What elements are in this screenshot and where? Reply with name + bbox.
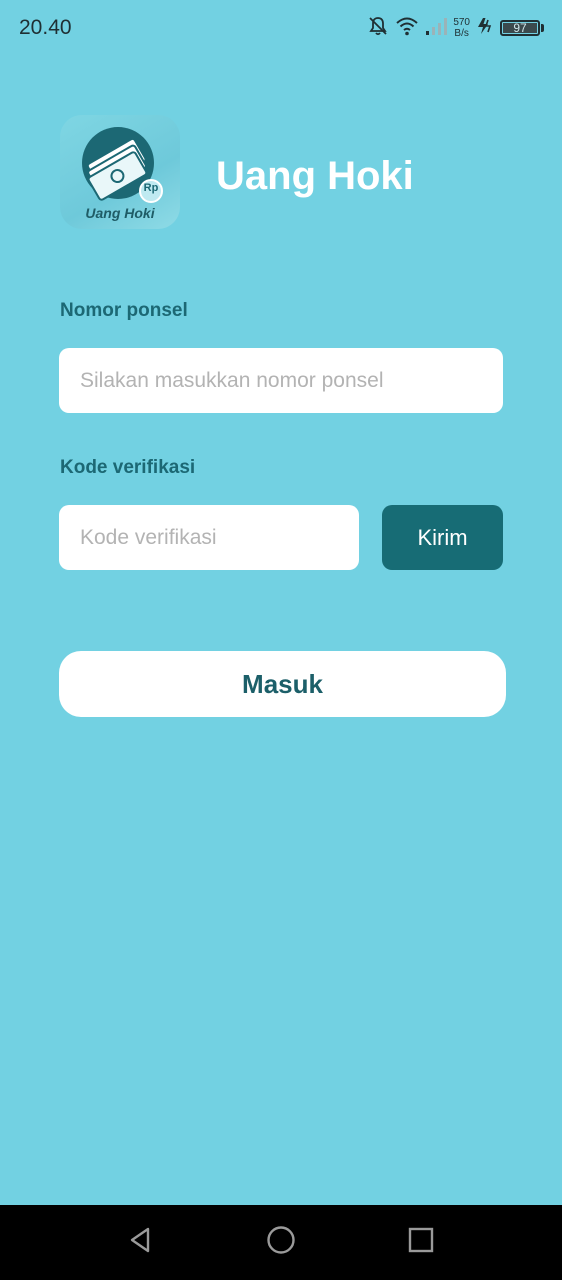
phone-field[interactable] (59, 348, 503, 413)
code-input[interactable] (78, 524, 359, 551)
battery-icon: 97 (500, 20, 540, 36)
login-button[interactable]: Masuk (59, 651, 506, 717)
phone-input[interactable] (78, 367, 503, 394)
back-button[interactable] (101, 1205, 181, 1280)
code-field[interactable] (59, 505, 359, 570)
status-time: 20.40 (19, 16, 72, 39)
home-icon (266, 1225, 296, 1260)
signal-icon (425, 16, 448, 41)
app-logo: Rp Uang Hoki (60, 115, 180, 229)
logo-text: Uang Hoki (85, 205, 155, 221)
net-speed-unit: B/s (454, 28, 469, 39)
app-title: Uang Hoki (216, 154, 414, 198)
send-code-button[interactable]: Kirim (382, 505, 503, 570)
wifi-icon (395, 15, 419, 42)
logo-badge: Rp (143, 182, 159, 194)
battery-tip (541, 24, 544, 32)
battery-level: 97 (513, 21, 527, 35)
status-bar: 20.40 570 B/s 97 (0, 0, 562, 56)
notifications-off-icon (367, 15, 389, 42)
back-icon (127, 1226, 155, 1259)
recents-button[interactable] (381, 1205, 461, 1280)
charging-icon (476, 17, 494, 40)
home-button[interactable] (241, 1205, 321, 1280)
recents-icon (408, 1227, 434, 1258)
status-icons: 570 B/s 97 (367, 14, 544, 42)
navigation-bar (0, 1205, 562, 1280)
code-label: Kode verifikasi (60, 457, 196, 478)
net-speed: 570 B/s (453, 17, 470, 39)
net-speed-value: 570 (453, 17, 470, 28)
phone-label: Nomor ponsel (60, 300, 188, 321)
